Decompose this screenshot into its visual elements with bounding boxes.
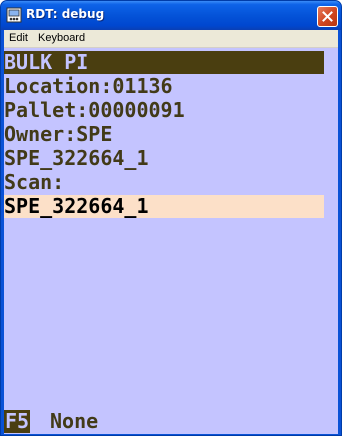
menu-item-edit[interactable]: Edit xyxy=(9,32,28,45)
scan-label: Scan: xyxy=(4,170,65,194)
close-button[interactable] xyxy=(317,6,338,27)
function-key-label: None xyxy=(50,409,99,433)
app-icon xyxy=(6,7,22,23)
menu-bar: Edit Keyboard xyxy=(4,30,338,48)
location-line: Location:01136 xyxy=(4,74,173,98)
function-key-badge[interactable]: F5 xyxy=(4,410,31,433)
pallet-line: Pallet:00000091 xyxy=(4,98,185,122)
screen-header: BULK PI xyxy=(4,51,324,74)
item-id-line: SPE_322664_1 xyxy=(4,146,149,170)
window-title: RDT: debug xyxy=(26,7,105,21)
app-window: RDT: debug Edit Keyboard BULK PI Locatio… xyxy=(0,0,342,436)
owner-line: Owner:SPE xyxy=(4,122,113,146)
scan-input[interactable]: SPE_322664_1 xyxy=(4,195,324,218)
title-bar[interactable]: RDT: debug xyxy=(1,1,341,30)
menu-item-keyboard[interactable]: Keyboard xyxy=(38,32,85,45)
close-icon xyxy=(322,11,333,22)
terminal-screen[interactable]: BULK PI Location:01136 Pallet:00000091 O… xyxy=(4,48,338,434)
client-area: Edit Keyboard BULK PI Location:01136 Pal… xyxy=(4,30,338,434)
